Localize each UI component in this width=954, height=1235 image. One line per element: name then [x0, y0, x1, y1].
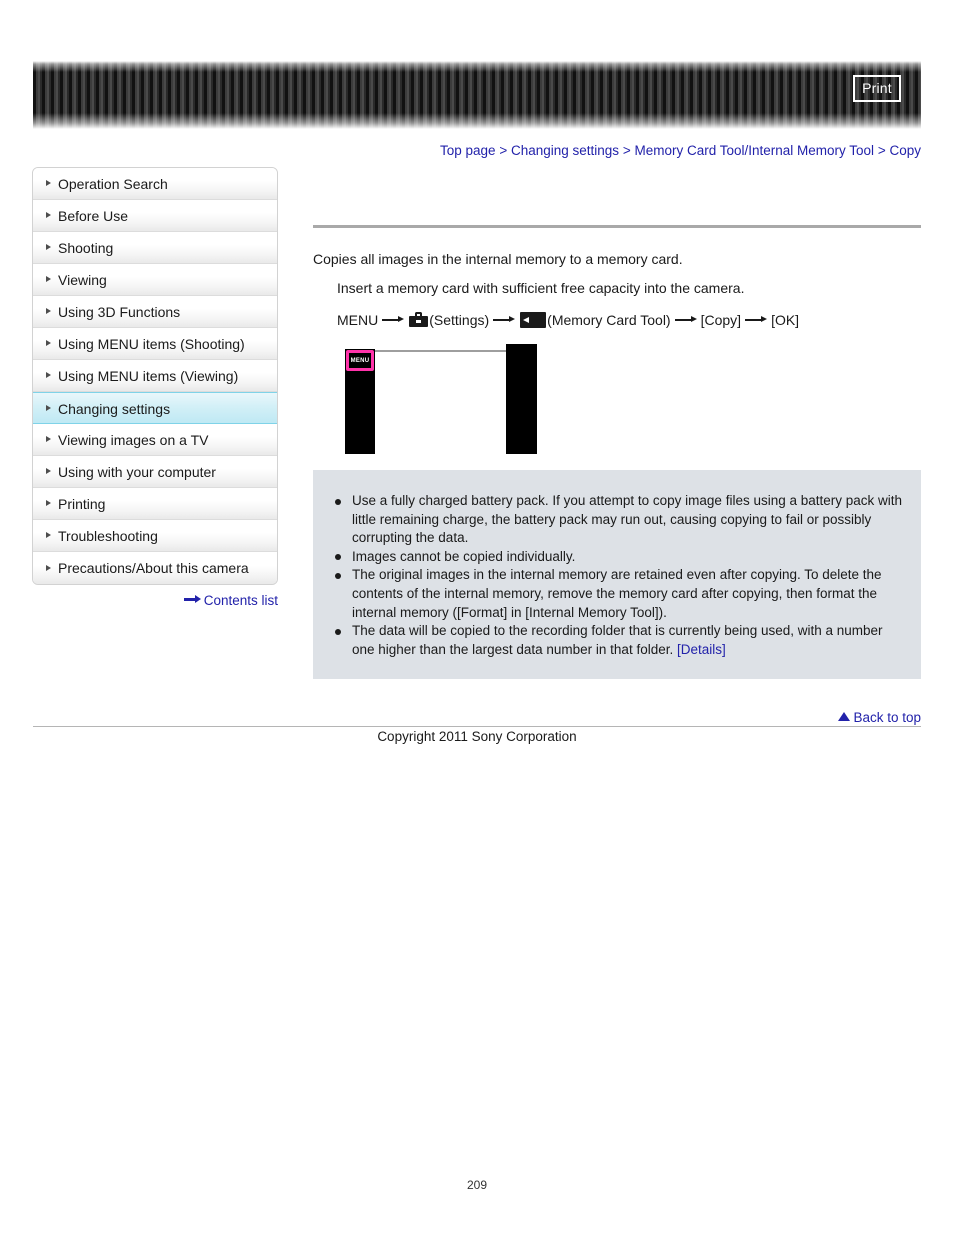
- screen-right-bar: [506, 344, 537, 454]
- breadcrumb-item-copy[interactable]: Copy: [889, 143, 921, 158]
- menu-button-highlight[interactable]: MENU: [346, 350, 374, 371]
- menu-path-start: MENU: [337, 312, 379, 328]
- triangle-bullet-icon: [46, 404, 51, 411]
- breadcrumb-item-changing-settings[interactable]: Changing settings: [511, 143, 619, 158]
- contents-list-label: Contents list: [203, 592, 278, 608]
- sidebar-item-using-with-your-computer[interactable]: Using with your computer: [33, 456, 277, 488]
- sidebar-item-using-3d-functions[interactable]: Using 3D Functions: [33, 296, 277, 328]
- menu-path-copy-label: [Copy]: [700, 312, 742, 328]
- notes-box: Use a fully charged battery pack. If you…: [313, 470, 921, 680]
- sidebar-item-changing-settings[interactable]: Changing settings: [33, 392, 277, 424]
- sidebar-item-operation-search[interactable]: Operation Search: [33, 168, 277, 200]
- breadcrumb-item-memory-card-tool[interactable]: Memory Card Tool/Internal Memory Tool: [634, 143, 874, 158]
- right-arrow-icon: [493, 315, 516, 325]
- triangle-bullet-icon: [46, 468, 51, 474]
- right-arrow-icon: [183, 594, 201, 604]
- print-button[interactable]: Print: [853, 75, 901, 102]
- sidebar-item-label: Changing settings: [58, 401, 171, 417]
- sidebar-item-shooting[interactable]: Shooting: [33, 232, 277, 264]
- note-text: The data will be copied to the recording…: [352, 623, 883, 657]
- note-item: The data will be copied to the recording…: [331, 622, 903, 659]
- back-to-top-label: Back to top: [853, 709, 921, 725]
- breadcrumb-separator: >: [877, 143, 886, 158]
- triangle-bullet-icon: [46, 532, 51, 538]
- page-number: 209: [466, 1178, 488, 1192]
- contents-list-link[interactable]: Contents list: [32, 592, 278, 608]
- main-content: Copies all images in the internal memory…: [313, 167, 921, 680]
- sidebar-item-label: Viewing: [58, 272, 107, 288]
- triangle-bullet-icon: [46, 340, 51, 346]
- back-to-top-link[interactable]: Back to top: [0, 709, 921, 725]
- triangle-bullet-icon: [46, 564, 51, 571]
- sidebar-item-label: Viewing images on a TV: [58, 432, 209, 448]
- sidebar-item-label: Using MENU items (Viewing): [58, 368, 239, 384]
- right-arrow-icon: [382, 315, 405, 325]
- sidebar-item-viewing[interactable]: Viewing: [33, 264, 277, 296]
- details-link[interactable]: [Details]: [677, 642, 726, 657]
- header-banner: Print: [33, 61, 921, 129]
- up-triangle-icon: [838, 711, 851, 721]
- sidebar-item-label: Troubleshooting: [58, 528, 158, 544]
- note-item: The original images in the internal memo…: [331, 566, 903, 622]
- sidebar-item-printing[interactable]: Printing: [33, 488, 277, 520]
- sidebar-item-using-menu-items-viewing[interactable]: Using MENU items (Viewing): [33, 360, 277, 392]
- sidebar-item-label: Using 3D Functions: [58, 304, 181, 320]
- sidebar-item-label: Precautions/About this camera: [58, 560, 249, 576]
- breadcrumb-separator: >: [622, 143, 631, 158]
- camera-screen-illustration: MENU: [341, 344, 537, 454]
- sidebar-navigation: Operation Search Before Use Shooting Vie…: [32, 167, 278, 585]
- notes-list: Use a fully charged battery pack. If you…: [331, 492, 903, 659]
- footer-divider: [33, 726, 921, 727]
- triangle-bullet-icon: [46, 180, 51, 186]
- breadcrumb-item-top-page[interactable]: Top page: [440, 143, 496, 158]
- right-arrow-icon: [745, 315, 768, 325]
- triangle-bullet-icon: [46, 500, 51, 506]
- sidebar-item-precautions-about-this-camera[interactable]: Precautions/About this camera: [33, 552, 277, 584]
- note-item: Use a fully charged battery pack. If you…: [331, 492, 903, 548]
- menu-path-sequence: MENU (Settings) (Memory Card Tool) [Copy] [O…: [313, 309, 921, 331]
- sidebar-item-label: Using MENU items (Shooting): [58, 336, 245, 352]
- copyright-text: Copyright 2011 Sony Corporation: [377, 729, 577, 744]
- menu-button-label: MENU: [350, 357, 370, 364]
- intro-text: Copies all images in the internal memory…: [313, 251, 683, 267]
- sidebar-item-label: Using with your computer: [58, 464, 216, 480]
- sidebar-item-using-menu-items-shooting[interactable]: Using MENU items (Shooting): [33, 328, 277, 360]
- sidebar-item-label: Operation Search: [58, 176, 168, 192]
- breadcrumb: Top page > Changing settings > Memory Ca…: [0, 143, 921, 158]
- sidebar-item-viewing-images-on-a-tv[interactable]: Viewing images on a TV: [33, 424, 277, 456]
- instruction-text: Insert a memory card with sufficient fre…: [337, 280, 745, 296]
- sidebar-item-before-use[interactable]: Before Use: [33, 200, 277, 232]
- sidebar-item-label: Printing: [58, 496, 106, 512]
- triangle-bullet-icon: [46, 276, 51, 282]
- triangle-bullet-icon: [46, 212, 51, 218]
- toolbox-settings-icon: [409, 312, 429, 328]
- sidebar-item-label: Before Use: [58, 208, 129, 224]
- triangle-bullet-icon: [46, 308, 51, 314]
- note-item: Images cannot be copied individually.: [331, 548, 903, 567]
- screen-white-area: [375, 350, 506, 454]
- sidebar-item-label: Shooting: [58, 240, 114, 256]
- menu-path-memcard-label: (Memory Card Tool): [547, 312, 671, 328]
- sidebar-item-troubleshooting[interactable]: Troubleshooting: [33, 520, 277, 552]
- memory-card-tool-icon: [520, 311, 547, 328]
- triangle-bullet-icon: [46, 436, 51, 442]
- triangle-bullet-icon: [46, 244, 51, 250]
- triangle-bullet-icon: [46, 372, 51, 378]
- menu-path-settings-label: (Settings): [429, 312, 490, 328]
- breadcrumb-separator: >: [499, 143, 508, 158]
- document-page: Print Top page > Changing settings > Mem…: [0, 0, 954, 1235]
- title-divider: [313, 225, 921, 228]
- right-arrow-icon: [674, 315, 697, 325]
- menu-path-ok-label: [OK]: [771, 312, 800, 328]
